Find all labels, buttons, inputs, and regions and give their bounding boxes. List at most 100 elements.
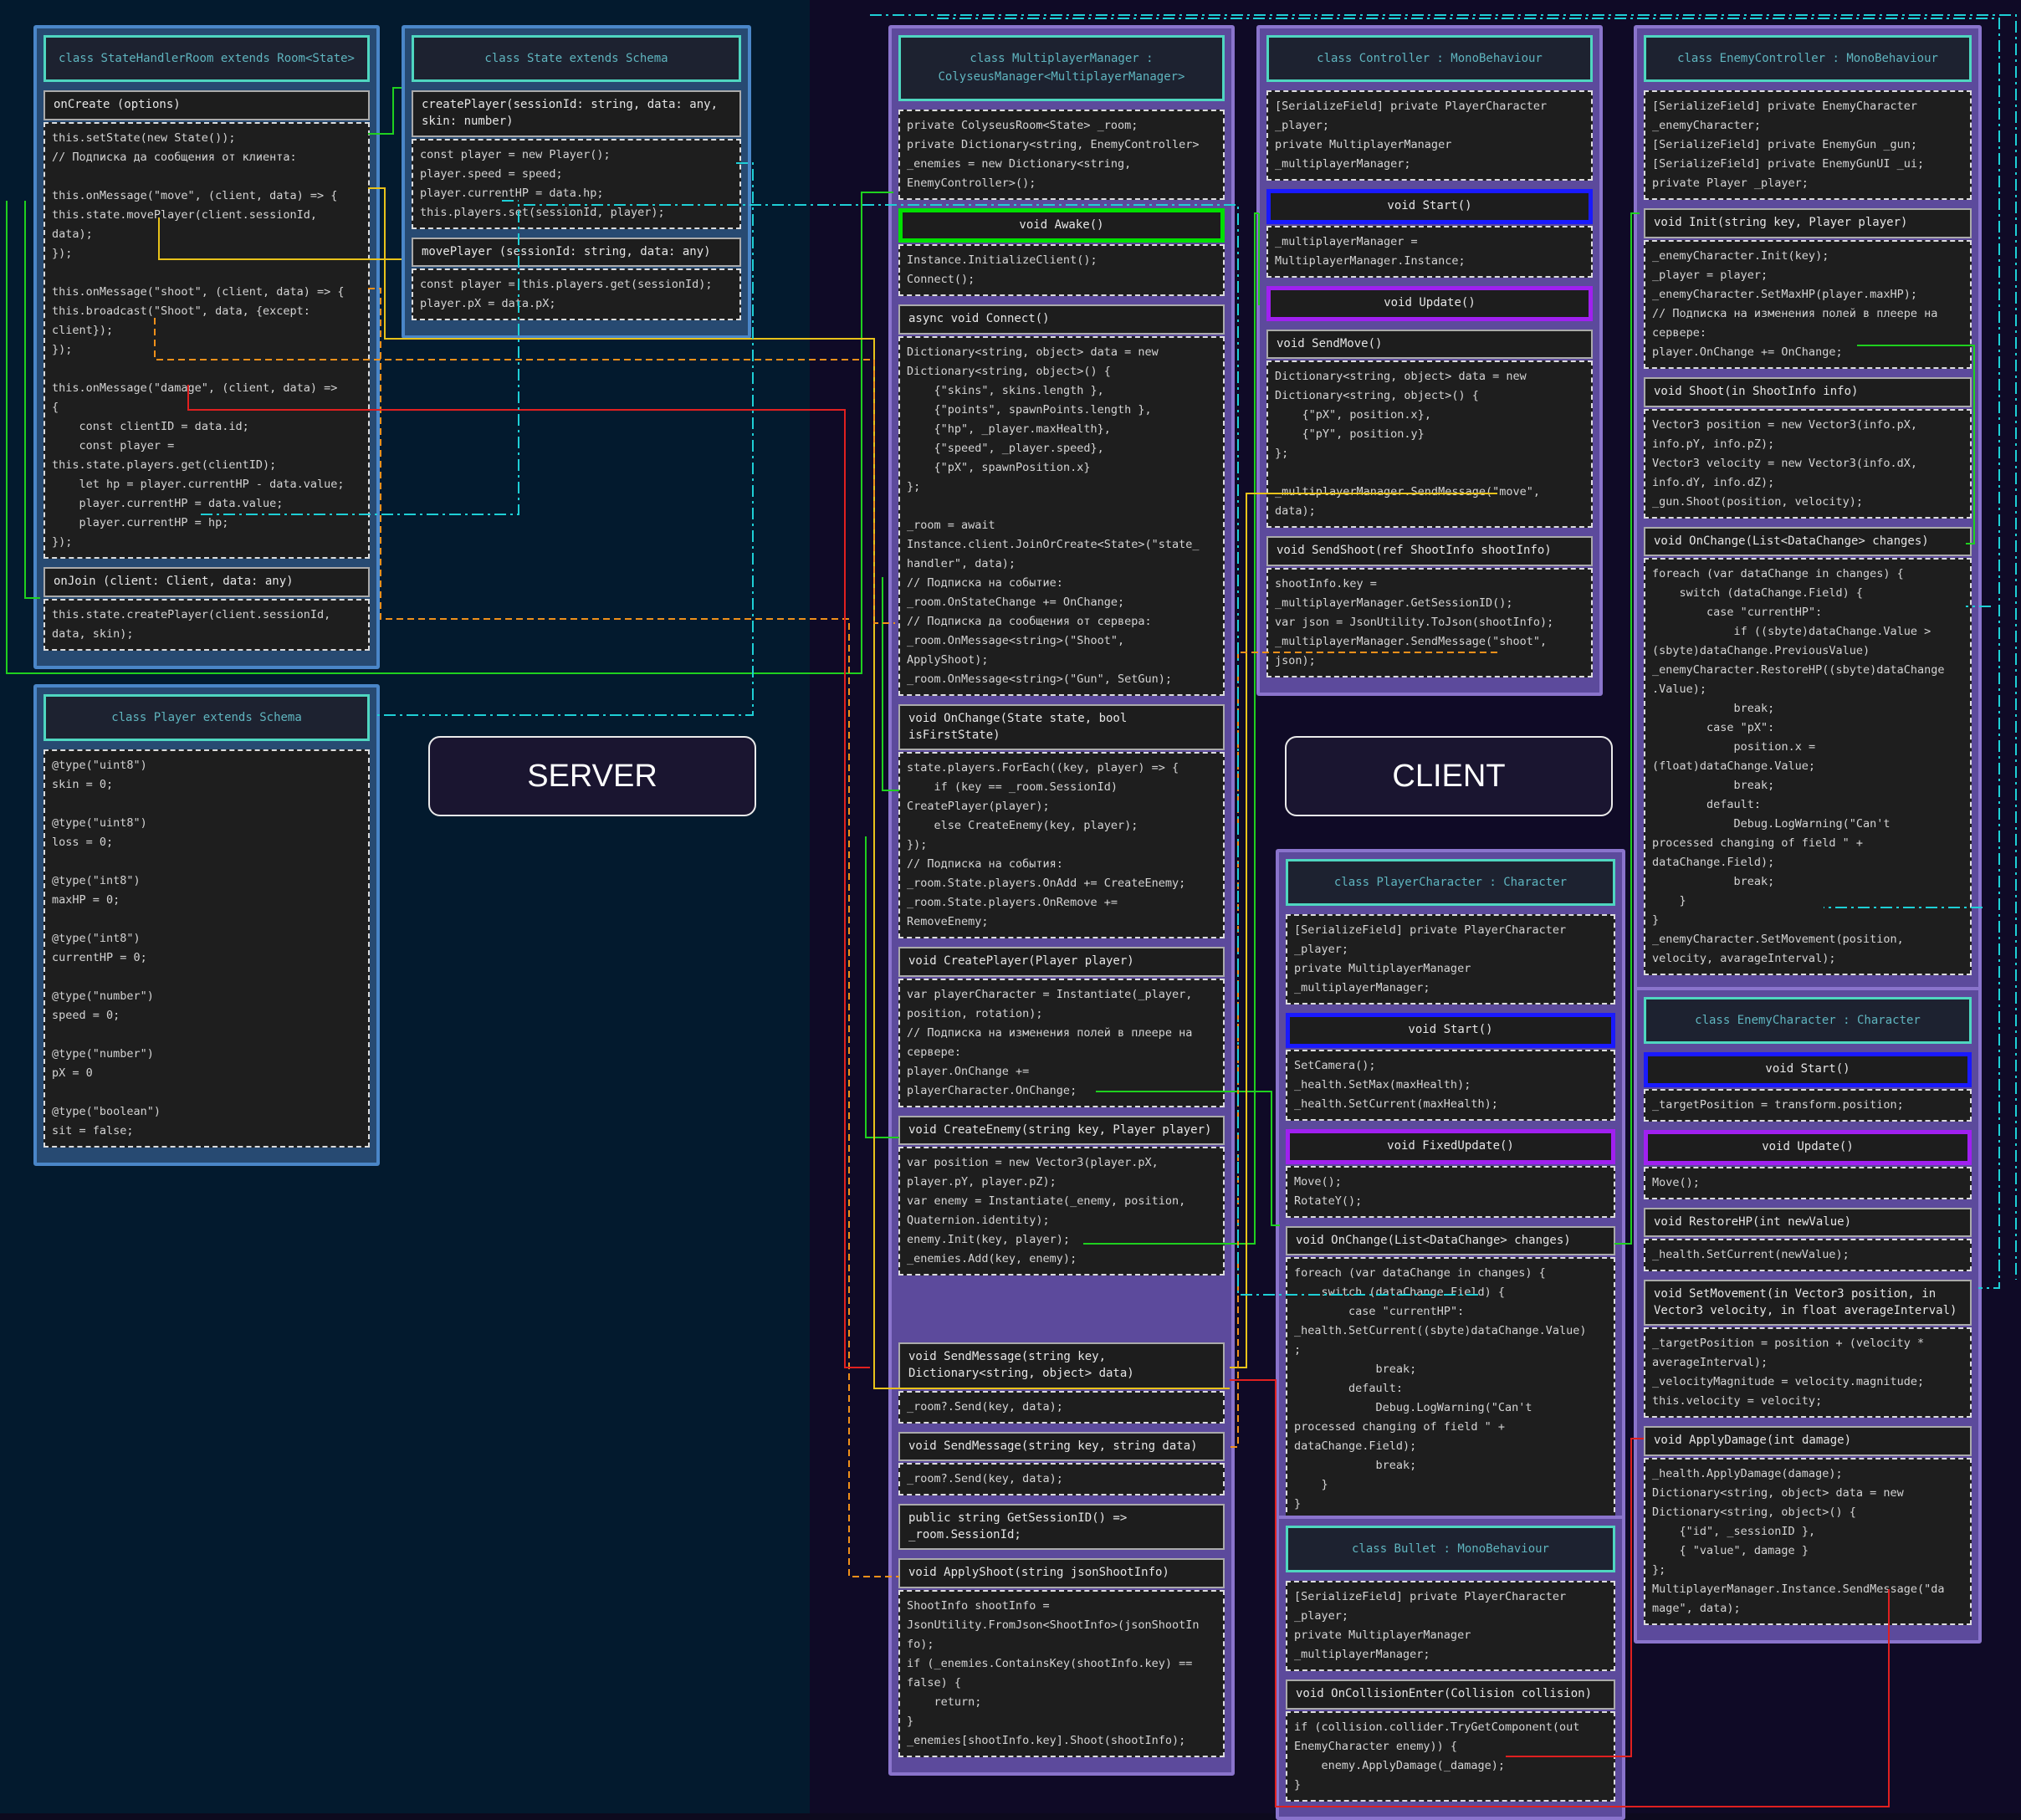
method-signature: public string GetSessionID() => _room.Se… — [898, 1504, 1225, 1551]
field-declarations: @type("uint8") skin = 0; @type("uint8") … — [43, 749, 370, 1148]
method-signature: void SetMovement(in Vector3 position, in… — [1644, 1280, 1972, 1327]
method-signature: void SendMove() — [1266, 329, 1593, 360]
method-signature: createPlayer(sessionId: string, data: an… — [412, 90, 741, 137]
method-signature: void SendMessage(string key, Dictionary<… — [898, 1342, 1225, 1389]
field-declarations: private ColyseusRoom<State> _room; priva… — [898, 109, 1225, 200]
method-section: void OnChange(List<DataChange> changes) f… — [1286, 1225, 1615, 1521]
method-signature: void ApplyShoot(string jsonShootInfo) — [898, 1558, 1225, 1588]
client-label: CLIENT — [1285, 736, 1613, 816]
method-body: var position = new Vector3(player.pX, pl… — [898, 1147, 1225, 1276]
method-signature: void OnCollisionEnter(Collision collisio… — [1286, 1679, 1615, 1710]
method-signature: void OnChange(State state, bool isFirstS… — [898, 703, 1225, 751]
method-section: void RestoreHP(int newValue) _health.SetC… — [1644, 1207, 1972, 1272]
field-declarations: [SerializeField] private PlayerCharacter… — [1286, 914, 1615, 1005]
method-signature: void CreatePlayer(Player player) — [898, 947, 1225, 977]
method-section: void Shoot(in ShootInfo info) Vector3 pos… — [1644, 376, 1972, 519]
method-signature: void SendMessage(string key, string data… — [898, 1431, 1225, 1462]
method-body: if (collision.collider.TryGetComponent(o… — [1286, 1710, 1615, 1802]
method-body: Dictionary<string, object> data = new Di… — [1266, 360, 1593, 529]
class-title: class Player extends Schema — [43, 694, 370, 742]
method-signature: onCreate (options) — [43, 90, 370, 120]
method-body: ShootInfo shootInfo = JsonUtility.FromJs… — [898, 1589, 1225, 1757]
class-controller: class Controller : MonoBehaviour [Seriali… — [1256, 25, 1603, 696]
method-signature: movePlayer (sessionId: string, data: any… — [412, 237, 741, 268]
method-section: public string GetSessionID() => _room.Se… — [898, 1504, 1225, 1551]
method-body: const player = new Player(); player.spee… — [412, 138, 741, 229]
method-body: var playerCharacter = Instantiate(_playe… — [898, 978, 1225, 1107]
method-section: [SerializeField] private PlayerCharacter… — [1286, 1581, 1615, 1672]
method-section: void ApplyDamage(int damage) _health.Appl… — [1644, 1426, 1972, 1625]
method-body: Move(); RotateY(); — [1286, 1165, 1615, 1218]
class-player-schema: class Player extends Schema @type("uint8"… — [33, 684, 380, 1167]
class-title: class PlayerCharacter : Character — [1286, 859, 1615, 907]
method-signature: void ApplyDamage(int damage) — [1644, 1426, 1972, 1456]
method-signature: void Update() — [1266, 285, 1593, 321]
field-declarations: [SerializeField] private PlayerCharacter… — [1286, 1581, 1615, 1672]
class-title: class MultiplayerManager : ColyseusManag… — [898, 35, 1225, 101]
method-body: _health.SetCurrent(newValue); — [1644, 1239, 1972, 1272]
field-declarations: [SerializeField] private PlayerCharacter… — [1266, 90, 1593, 181]
method-section: void OnChange(State state, bool isFirstS… — [898, 703, 1225, 939]
method-section: void SendMove() Dictionary<string, object… — [1266, 329, 1593, 529]
method-body: _enemyCharacter.Init(key); _player = pla… — [1644, 239, 1972, 369]
method-section: @type("uint8") skin = 0; @type("uint8") … — [43, 749, 370, 1148]
method-section: movePlayer (sessionId: string, data: any… — [412, 237, 741, 321]
method-section: void SetMovement(in Vector3 position, in… — [1644, 1280, 1972, 1419]
class-title: class State extends Schema — [412, 35, 741, 83]
class-enemy-character: class EnemyCharacter : Character void Sta… — [1634, 987, 1982, 1644]
method-section: void OnChange(List<DataChange> changes) f… — [1644, 526, 1972, 976]
method-body: this.state.createPlayer(client.sessionId… — [43, 598, 370, 651]
method-section: void Update() Move(); — [1644, 1129, 1972, 1199]
method-section: void FixedUpdate() Move(); RotateY(); — [1286, 1128, 1615, 1218]
method-signature: void Update() — [1644, 1129, 1972, 1165]
method-body: _health.ApplyDamage(damage); Dictionary<… — [1644, 1457, 1972, 1625]
method-section: void Start() SetCamera(); _health.SetMax(… — [1286, 1013, 1615, 1121]
method-section: createPlayer(sessionId: string, data: an… — [412, 90, 741, 229]
method-section: private ColyseusRoom<State> _room; priva… — [898, 109, 1225, 200]
method-section: void Init(string key, Player player) _ene… — [1644, 208, 1972, 369]
method-body: foreach (var dataChange in changes) { sw… — [1644, 558, 1972, 976]
class-title: class Controller : MonoBehaviour — [1266, 35, 1593, 83]
method-signature: void CreateEnemy(string key, Player play… — [898, 1115, 1225, 1146]
method-body: _room?.Send(key, data); — [898, 1463, 1225, 1496]
method-section: void Update() — [1266, 285, 1593, 321]
method-section: void Start() _targetPosition = transform.… — [1644, 1052, 1972, 1122]
method-section: void OnCollisionEnter(Collision collisio… — [1286, 1679, 1615, 1802]
method-section: void SendMessage(string key, Dictionary<… — [898, 1342, 1225, 1424]
method-section: onJoin (client: Client, data: any) this.s… — [43, 566, 370, 651]
method-signature: void Start() — [1266, 189, 1593, 224]
method-section: void Awake() Instance.InitializeClient();… — [898, 207, 1225, 297]
method-signature: void Awake() — [898, 207, 1225, 243]
method-section: [SerializeField] private EnemyCharacter … — [1644, 90, 1972, 201]
class-state-handler-room: class StateHandlerRoom extends Room<Stat… — [33, 25, 380, 669]
method-signature: void FixedUpdate() — [1286, 1128, 1615, 1164]
method-body: Dictionary<string, object> data = new Di… — [898, 335, 1225, 696]
method-signature: void OnChange(List<DataChange> changes) — [1286, 1225, 1615, 1256]
method-signature: void RestoreHP(int newValue) — [1644, 1207, 1972, 1238]
class-state-schema: class State extends Schema createPlayer(s… — [402, 25, 751, 340]
method-body: Vector3 position = new Vector3(info.pX, … — [1644, 408, 1972, 519]
method-signature: void SendShoot(ref ShootInfo shootInfo) — [1266, 536, 1593, 566]
class-player-character: class PlayerCharacter : Character [Serial… — [1276, 849, 1625, 1540]
method-section: void CreateEnemy(string key, Player play… — [898, 1115, 1225, 1276]
method-section: void ApplyShoot(string jsonShootInfo) Sho… — [898, 1558, 1225, 1757]
method-body: _room?.Send(key, data); — [898, 1390, 1225, 1424]
method-section: onCreate (options) this.setState(new Stat… — [43, 90, 370, 559]
method-body: foreach (var dataChange in changes) { sw… — [1286, 1257, 1615, 1521]
method-signature: onJoin (client: Client, data: any) — [43, 566, 370, 597]
class-title: class EnemyController : MonoBehaviour — [1644, 35, 1972, 83]
method-signature: void Shoot(in ShootInfo info) — [1644, 376, 1972, 407]
method-body: const player = this.players.get(sessionI… — [412, 268, 741, 321]
class-title: class Bullet : MonoBehaviour — [1286, 1526, 1615, 1573]
method-body: SetCamera(); _health.SetMax(maxHealth); … — [1286, 1049, 1615, 1121]
method-body: state.players.ForEach((key, player) => {… — [898, 752, 1225, 939]
method-body: Move(); — [1644, 1166, 1972, 1199]
field-declarations: [SerializeField] private EnemyCharacter … — [1644, 90, 1972, 201]
method-body: _targetPosition = transform.position; — [1644, 1088, 1972, 1122]
method-signature: void Start() — [1286, 1013, 1615, 1048]
method-section: void Start() _multiplayerManager = Multip… — [1266, 189, 1593, 278]
class-enemy-controller: class EnemyController : MonoBehaviour [Se… — [1634, 25, 1982, 994]
class-title: class StateHandlerRoom extends Room<Stat… — [43, 35, 370, 83]
server-label: SERVER — [428, 736, 756, 816]
